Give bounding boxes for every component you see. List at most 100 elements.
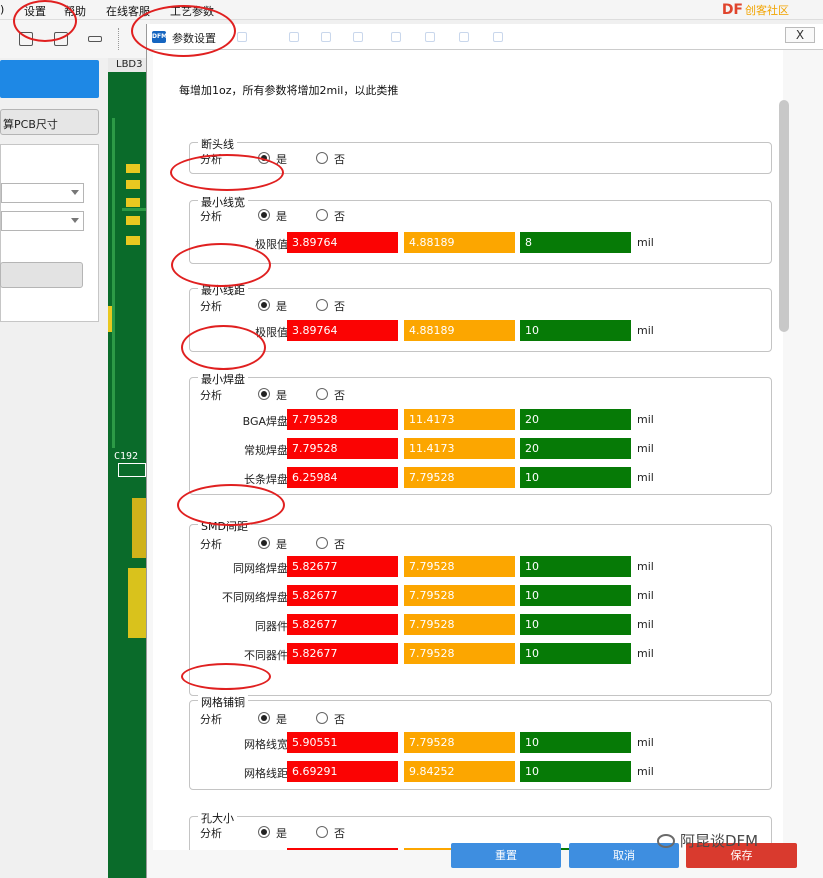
limit-red-input[interactable]: 3.89764: [287, 232, 398, 253]
close-button[interactable]: X: [785, 27, 815, 43]
radio-yes[interactable]: [258, 388, 270, 400]
scrollbar-thumb[interactable]: [779, 100, 789, 332]
radio-no-label[interactable]: 否: [334, 711, 345, 727]
limit-red-input[interactable]: 5.82677: [287, 643, 398, 664]
radio-no-label[interactable]: 否: [334, 536, 345, 552]
pcb-pad: [126, 236, 140, 245]
param-row: 常规焊盘 7.79528 11.4173 20 mil: [190, 438, 773, 460]
unit-label: mil: [637, 765, 654, 778]
ghost-toolbar-icon: [289, 32, 299, 42]
limit-red-input[interactable]: 3.89764: [287, 320, 398, 341]
radio-no[interactable]: [316, 299, 328, 311]
param-label: 同器件: [255, 620, 288, 633]
limit-red-input[interactable]: 7.79528: [287, 438, 398, 459]
radio-no[interactable]: [316, 388, 328, 400]
limit-red-input[interactable]: 5.82677: [287, 585, 398, 606]
limit-orange-input[interactable]: 7.79528: [404, 643, 515, 664]
chevron-down-icon: [71, 218, 79, 223]
limit-green-input[interactable]: 10: [520, 732, 631, 753]
group-title: 网格铺铜: [198, 694, 248, 710]
limit-green-input[interactable]: 10: [520, 320, 631, 341]
limit-orange-input[interactable]: 7.79528: [404, 732, 515, 753]
param-label: 常规焊盘: [244, 444, 288, 457]
analyze-label: 分析: [200, 389, 222, 402]
annotation-oval: [177, 484, 285, 526]
radio-no-label[interactable]: 否: [334, 151, 345, 167]
param-row: 同网络焊盘 5.82677 7.79528 10 mil: [190, 556, 773, 578]
limit-green-input[interactable]: 8: [520, 232, 631, 253]
radio-no-label[interactable]: 否: [334, 208, 345, 224]
limit-orange-input[interactable]: 9.84252: [404, 761, 515, 782]
limit-green-input[interactable]: 20: [520, 409, 631, 430]
annotation-oval: [131, 5, 236, 57]
limit-green-input[interactable]: 10: [520, 643, 631, 664]
limit-green-input[interactable]: 20: [520, 438, 631, 459]
calc-pcb-size-button[interactable]: 算PCB尺寸: [0, 109, 99, 135]
pcb-component-label: C192: [114, 451, 139, 462]
unit-label: mil: [637, 736, 654, 749]
radio-no[interactable]: [316, 152, 328, 164]
wechat-icon: [657, 834, 675, 848]
left-select-2[interactable]: [1, 211, 84, 231]
limit-orange-input[interactable]: 4.88189: [404, 232, 515, 253]
radio-yes-label[interactable]: 是: [276, 825, 287, 841]
radio-yes-label[interactable]: 是: [276, 711, 287, 727]
radio-yes-label[interactable]: 是: [276, 298, 287, 314]
limit-red-input[interactable]: 6.69291: [287, 761, 398, 782]
radio-yes[interactable]: [258, 209, 270, 221]
left-secondary-button[interactable]: [0, 262, 83, 288]
limit-orange-input[interactable]: 7.79528: [404, 556, 515, 577]
limit-red-input[interactable]: 7.79528: [287, 409, 398, 430]
param-label: 同网络焊盘: [233, 562, 288, 575]
reset-button[interactable]: 重置: [451, 843, 561, 868]
analyze-label: 分析: [200, 210, 222, 223]
radio-no-label[interactable]: 否: [334, 387, 345, 403]
unit-label: mil: [637, 442, 654, 455]
radio-yes-label[interactable]: 是: [276, 208, 287, 224]
limit-red-input[interactable]: [287, 848, 398, 850]
limit-orange-input[interactable]: 7.79528: [404, 467, 515, 488]
annotation-oval: [171, 243, 271, 287]
radio-no-label[interactable]: 否: [334, 298, 345, 314]
limit-orange-input[interactable]: 11.4173: [404, 409, 515, 430]
limit-red-input[interactable]: 5.90551: [287, 732, 398, 753]
radio-no-label[interactable]: 否: [334, 825, 345, 841]
radio-yes[interactable]: [258, 537, 270, 549]
limit-orange-input[interactable]: 11.4173: [404, 438, 515, 459]
limit-green-input[interactable]: 10: [520, 614, 631, 635]
param-row: 网格线距 6.69291 9.84252 10 mil: [190, 761, 773, 783]
radio-yes-label[interactable]: 是: [276, 536, 287, 552]
limit-red-input[interactable]: 6.25984: [287, 467, 398, 488]
param-row: 极限值 3.89764 4.88189 10 mil: [190, 320, 773, 342]
pcb-trace: [112, 118, 115, 448]
unit-label: mil: [637, 236, 654, 249]
limit-green-input[interactable]: 10: [520, 556, 631, 577]
limit-green-input[interactable]: 10: [520, 585, 631, 606]
radio-yes[interactable]: [258, 826, 270, 838]
primary-action-button[interactable]: [0, 60, 99, 98]
ruler-icon[interactable]: [88, 36, 102, 42]
limit-orange-input[interactable]: 7.79528: [404, 614, 515, 635]
df-logo: DF 创客社区: [722, 2, 789, 18]
chevron-down-icon: [71, 190, 79, 195]
radio-no[interactable]: [316, 826, 328, 838]
limit-green-input[interactable]: 10: [520, 761, 631, 782]
radio-no[interactable]: [316, 537, 328, 549]
radio-yes-label[interactable]: 是: [276, 387, 287, 403]
limit-orange-input[interactable]: 4.88189: [404, 320, 515, 341]
radio-no[interactable]: [316, 209, 328, 221]
left-select-1[interactable]: [1, 183, 84, 203]
limit-red-input[interactable]: 5.82677: [287, 614, 398, 635]
limit-red-input[interactable]: 5.82677: [287, 556, 398, 577]
limit-green-input[interactable]: 10: [520, 467, 631, 488]
param-group: 最小线距 分析是否极限值 3.89764 4.88189 10 mil: [189, 282, 773, 352]
radio-yes[interactable]: [258, 712, 270, 724]
radio-no[interactable]: [316, 712, 328, 724]
pcb-tab[interactable]: LBD3: [108, 58, 146, 72]
pcb-canvas[interactable]: LBD3 C192: [108, 58, 146, 878]
dialog-titlebar[interactable]: DFM 参数设置 X: [147, 24, 823, 50]
limit-orange-input[interactable]: 7.79528: [404, 585, 515, 606]
radio-yes[interactable]: [258, 299, 270, 311]
analyze-label: 分析: [200, 538, 222, 551]
pcb-pad: [108, 306, 112, 332]
